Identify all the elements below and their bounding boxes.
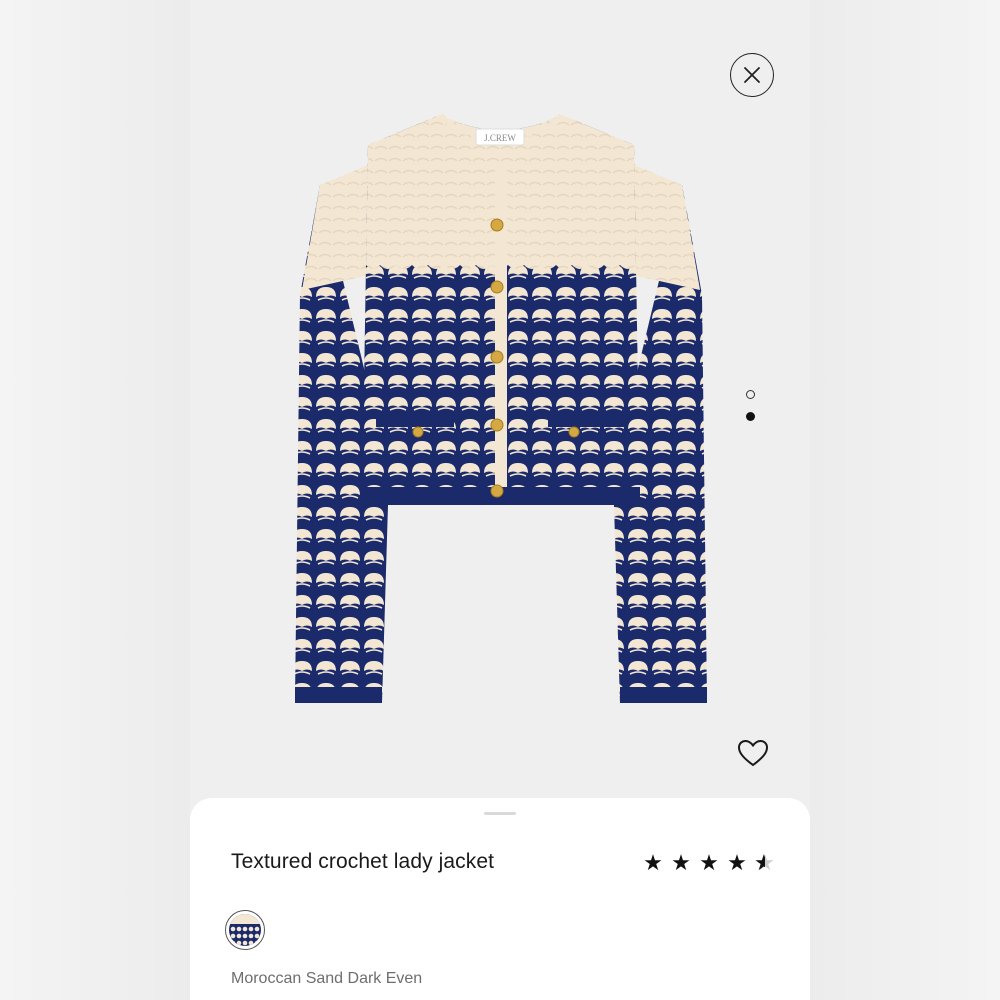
sheet-drag-handle[interactable] — [484, 812, 516, 815]
gallery-pagination — [744, 390, 756, 434]
selected-color-name: Moroccan Sand Dark Even — [231, 970, 423, 987]
product-quickview: J.CREW Textured crochet lady jacket ★ ★ … — [190, 0, 810, 1000]
product-image[interactable]: J.CREW — [290, 105, 710, 715]
star-icon: ★ — [727, 850, 747, 875]
star-icon: ★ — [671, 850, 691, 875]
favorite-button[interactable] — [736, 738, 770, 768]
brand-tag: J.CREW — [484, 133, 516, 143]
product-title: Textured crochet lady jacket — [231, 850, 495, 873]
swatch-pattern — [229, 914, 261, 946]
close-icon — [744, 67, 760, 83]
left-backdrop — [0, 0, 190, 1000]
half-star-icon: ★ ★ — [754, 850, 775, 875]
close-button[interactable] — [730, 53, 774, 97]
color-swatch[interactable] — [225, 910, 265, 950]
heart-icon — [737, 739, 769, 767]
star-icon: ★ — [643, 850, 663, 875]
gallery-dot-1[interactable] — [745, 390, 755, 399]
gallery-dot-2[interactable] — [745, 412, 755, 421]
product-info-sheet: Textured crochet lady jacket ★ ★ ★ ★ ★ ★ — [190, 798, 810, 1000]
product-rating[interactable]: ★ ★ ★ ★ ★ ★ — [642, 850, 776, 876]
right-backdrop — [810, 0, 1000, 1000]
star-icon: ★ — [699, 850, 719, 875]
